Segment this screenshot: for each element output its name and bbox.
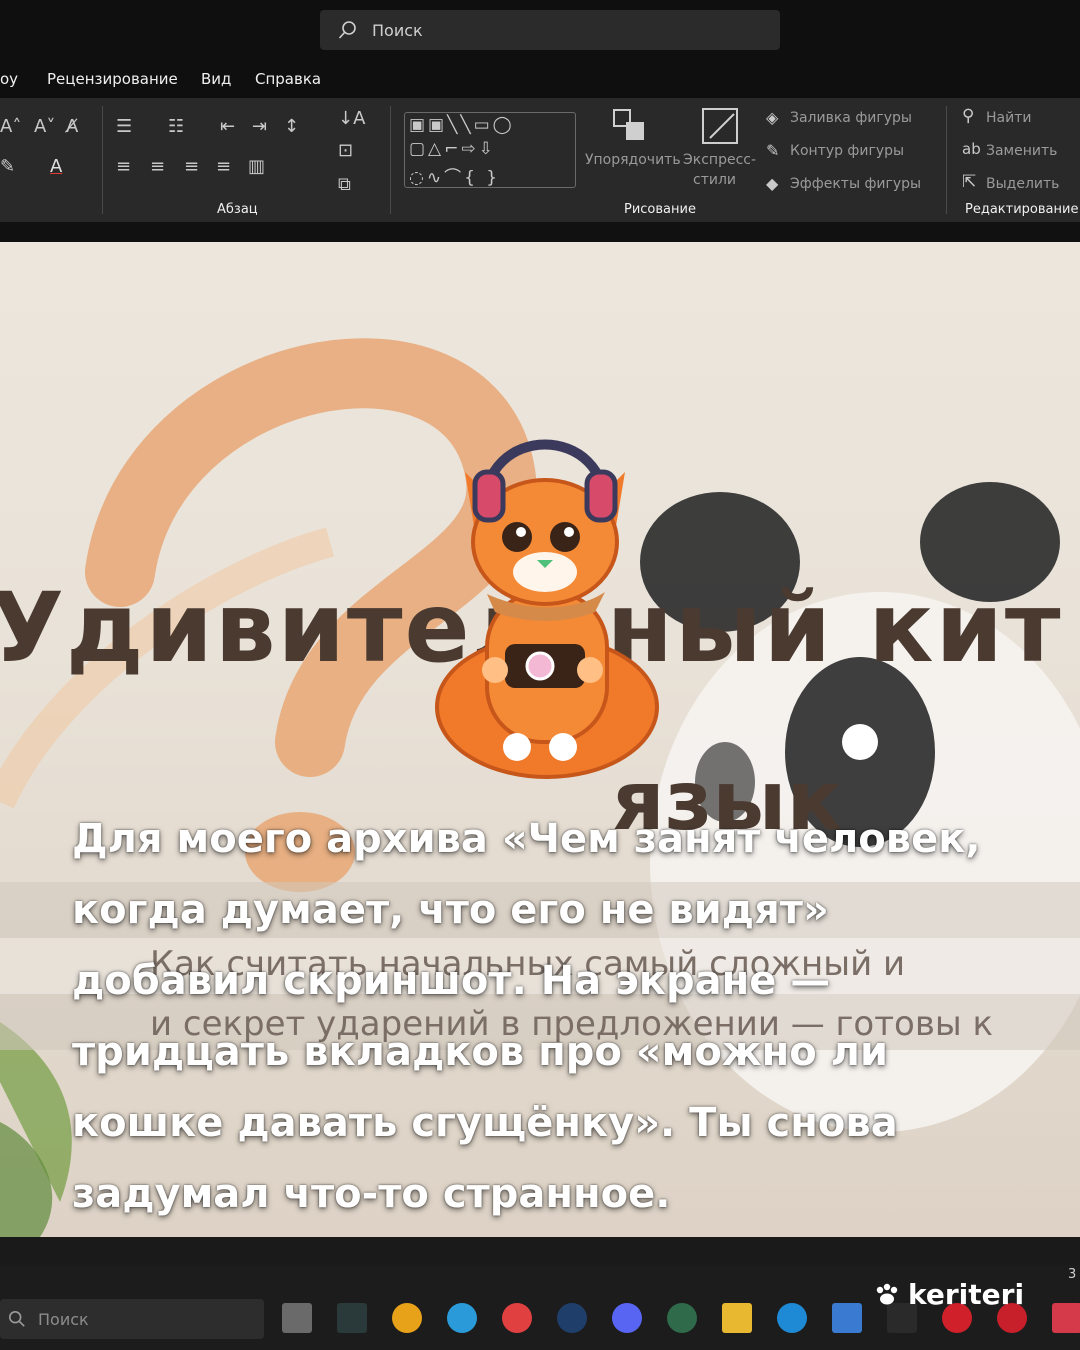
group-label-editing: Редактирование: [965, 202, 1079, 217]
search-box[interactable]: Поиск: [320, 10, 780, 50]
font-color-icon[interactable]: A: [50, 156, 62, 177]
highlight-icon[interactable]: ✎: [0, 156, 15, 177]
caption-line: когда думает, что его не видят»: [72, 887, 829, 933]
columns-icon[interactable]: ▥: [248, 156, 265, 177]
taskbar-search[interactable]: Поиск: [0, 1299, 264, 1339]
task-view-icon[interactable]: [282, 1303, 312, 1333]
arrange-icon[interactable]: [612, 108, 648, 144]
ribbon-bottom-strip: [0, 222, 1080, 242]
line-spacing-icon[interactable]: ↕: [284, 116, 299, 137]
find-label[interactable]: Найти: [986, 110, 1031, 126]
title-bar: Поиск: [0, 0, 1080, 62]
font-grow-icon[interactable]: A˄: [0, 116, 21, 137]
align-right-icon[interactable]: ≡: [184, 156, 199, 177]
paw-icon: [876, 1283, 898, 1304]
telegram-icon[interactable]: [447, 1303, 477, 1333]
menu-item-show[interactable]: оу: [0, 70, 18, 88]
store-icon[interactable]: [832, 1303, 862, 1333]
watermark: keriteri: [874, 1278, 1024, 1311]
shape-outline-icon: ✎: [766, 141, 780, 160]
menu-bar: оу Рецензирование Вид Справка: [0, 62, 1080, 98]
file-explorer-icon[interactable]: [722, 1303, 752, 1333]
menu-item-review[interactable]: Рецензирование: [47, 70, 178, 88]
ribbon: A˄ A˅ A̸ ✎ A ☰ ☷ ⇤ ⇥ ↕ ≡ ≡ ≡ ≡ ▥ ↓A ⊡ ⧉ …: [0, 98, 1080, 222]
quick-styles-icon[interactable]: [700, 106, 740, 146]
font-shrink-icon[interactable]: A˅: [34, 116, 55, 137]
select-label[interactable]: Выделить: [986, 176, 1059, 192]
replace-icon: ab: [962, 140, 981, 158]
group-label-drawing: Рисование: [624, 202, 696, 217]
align-text-icon[interactable]: ⊡: [338, 140, 353, 161]
find-icon: ⚲: [962, 106, 975, 126]
smartart-icon[interactable]: ⧉: [338, 174, 351, 195]
caption-line: тридцать вкладков про «можно ли: [72, 1029, 888, 1075]
quick-styles-label-2[interactable]: стили: [693, 172, 736, 188]
discord-icon[interactable]: [612, 1303, 642, 1333]
bullets-icon[interactable]: ☰: [116, 116, 132, 137]
shapes-row-icon: ◌∿⌒{ }: [409, 168, 501, 188]
numbering-icon[interactable]: ☷: [168, 116, 184, 137]
separator: [102, 106, 103, 214]
decrease-indent-icon[interactable]: ⇤: [220, 116, 235, 137]
shapes-row-icon: ▣▣╲╲▭◯: [409, 115, 515, 135]
shape-fill-label[interactable]: Заливка фигуры: [790, 110, 912, 126]
shape-effects-label[interactable]: Эффекты фигуры: [790, 176, 921, 192]
caption-line: Для моего архива «Чем занят человек,: [72, 816, 981, 862]
select-cursor-icon: ⇱: [962, 172, 977, 192]
justify-icon[interactable]: ≡: [216, 156, 231, 177]
app-icon[interactable]: [337, 1303, 367, 1333]
shapes-row-icon: ▢△⌐⇨⇩: [409, 139, 496, 159]
notification-count: 3: [1068, 1267, 1077, 1282]
search-icon: [8, 1310, 25, 1327]
arrange-label[interactable]: Упорядочить: [585, 152, 681, 168]
status-strip: [0, 1237, 1080, 1265]
menu-item-view[interactable]: Вид: [201, 70, 231, 88]
app-icon[interactable]: [392, 1303, 422, 1333]
steam-icon[interactable]: [557, 1303, 587, 1333]
align-center-icon[interactable]: ≡: [150, 156, 165, 177]
separator: [390, 106, 391, 214]
cat-mascot-sticker: [435, 439, 659, 779]
app-icon[interactable]: [1052, 1303, 1080, 1333]
align-left-icon[interactable]: ≡: [116, 156, 131, 177]
taskbar-search-placeholder: Поиск: [38, 1309, 89, 1329]
text-direction-icon[interactable]: ↓A: [338, 108, 365, 129]
separator: [946, 106, 947, 214]
clear-format-icon[interactable]: A̸: [66, 116, 78, 137]
increase-indent-icon[interactable]: ⇥: [252, 116, 267, 137]
menu-item-help[interactable]: Справка: [255, 70, 321, 88]
caption-text: Для моего архива «Чем занят человек, ког…: [72, 804, 1032, 1230]
shape-effects-icon: ◆: [766, 174, 779, 193]
caption-line: кошке давать сгущёнку». Ты снова: [72, 1100, 898, 1146]
edge-icon[interactable]: [777, 1303, 807, 1333]
shapes-gallery[interactable]: ▣▣╲╲▭◯ ▢△⌐⇨⇩ ◌∿⌒{ }: [404, 112, 576, 188]
search-icon: [338, 21, 356, 39]
search-placeholder: Поиск: [372, 20, 423, 40]
app-icon[interactable]: [667, 1303, 697, 1333]
group-label-paragraph: Абзац: [217, 202, 258, 217]
shape-fill-icon: ◈: [766, 108, 779, 127]
caption-line: добавил скриншот. На экране —: [72, 958, 831, 1004]
quick-styles-label-1[interactable]: Экспресс-: [683, 152, 756, 168]
replace-label[interactable]: Заменить: [986, 143, 1057, 159]
watermark-text: keriteri: [908, 1278, 1025, 1311]
yandex-browser-icon[interactable]: [502, 1303, 532, 1333]
shape-outline-label[interactable]: Контур фигуры: [790, 143, 904, 159]
caption-line: задумал что-то странное.: [72, 1171, 671, 1217]
slide-canvas[interactable]: Удивительный кит язык Как считать началь…: [0, 242, 1080, 1237]
